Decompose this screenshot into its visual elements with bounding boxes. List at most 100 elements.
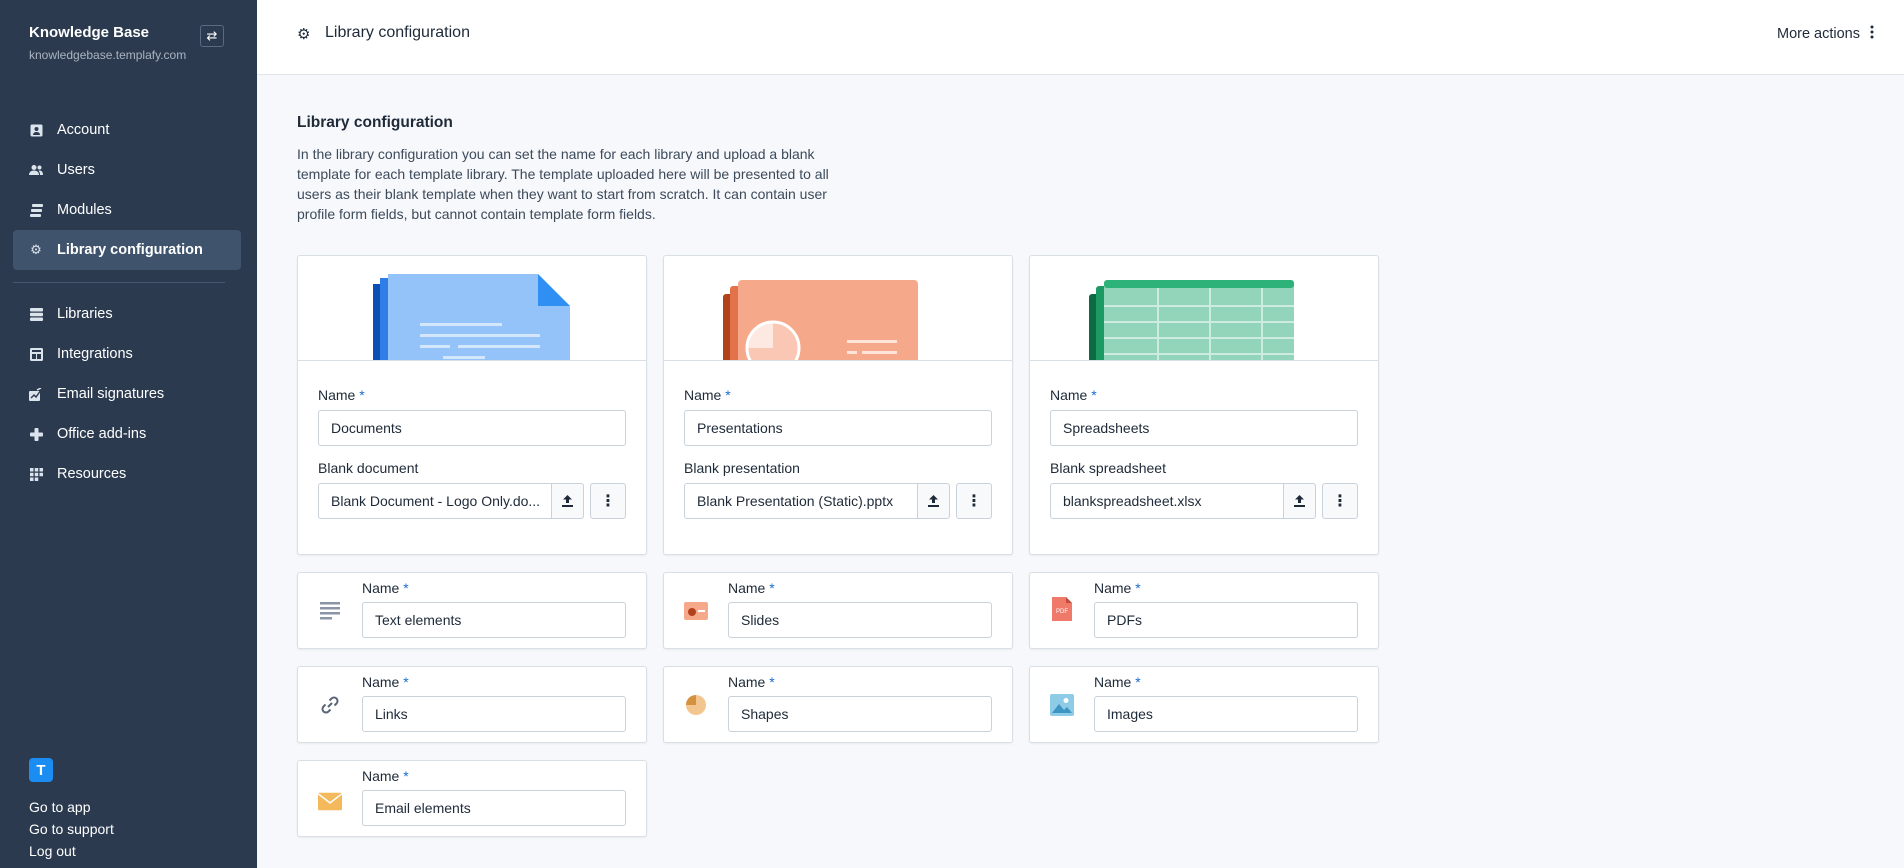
pdfs-name-input[interactable]: PDFs	[1094, 602, 1358, 638]
name-label: Name *	[362, 768, 409, 784]
more-actions-button[interactable]: More actions	[1777, 25, 1874, 43]
image-icon	[1050, 693, 1074, 717]
sidebar-nav-secondary: Libraries Integrations Email signatures …	[13, 294, 241, 494]
swap-arrows-icon: ⇄	[206, 28, 218, 43]
name-label: Name *	[684, 387, 731, 403]
name-label: Name *	[362, 674, 409, 690]
spreadsheet-illustration-icon	[1089, 280, 1294, 360]
kebab-icon	[1870, 25, 1874, 43]
blank-presentation-file-name[interactable]: Blank Presentation (Static).pptx	[684, 483, 918, 519]
pdf-icon-text: PDF	[1056, 609, 1068, 615]
sidebar-item-label: Resources	[57, 466, 127, 482]
sidebar-item-label: Office add-ins	[57, 426, 147, 442]
links-name-input[interactable]: Links	[362, 696, 626, 732]
sidebar-item-label: Account	[57, 122, 110, 138]
text-elements-name-input[interactable]: Text elements	[362, 602, 626, 638]
kebab-icon: ⋮	[1332, 493, 1348, 510]
log-out-link[interactable]: Log out	[29, 840, 114, 862]
blank-presentation-label: Blank presentation	[684, 460, 800, 476]
pdf-icon: PDF	[1050, 597, 1074, 621]
switch-tenant-button[interactable]: ⇄	[200, 25, 224, 47]
blank-spreadsheet-file-name[interactable]: blankspreadsheet.xlsx	[1050, 483, 1284, 519]
envelope-icon	[318, 789, 342, 813]
gear-icon: ⚙	[30, 242, 42, 257]
libraries-icon	[29, 307, 43, 321]
office-addins-icon	[29, 427, 43, 441]
library-card-images: Name * Images	[1029, 666, 1379, 743]
name-label: Name *	[1094, 580, 1141, 596]
documents-name-input[interactable]: Documents	[318, 410, 626, 446]
nav-divider	[13, 282, 225, 283]
file-options-button[interactable]: ⋮	[590, 483, 626, 519]
content-header: Library configuration In the library con…	[297, 114, 842, 224]
name-label: Name *	[1050, 387, 1097, 403]
upload-icon	[1294, 495, 1305, 507]
sidebar-item-resources[interactable]: Resources	[13, 454, 241, 494]
file-options-button[interactable]: ⋮	[1322, 483, 1358, 519]
library-card-pdfs: PDF Name * PDFs	[1029, 572, 1379, 649]
sidebar-item-label: Users	[57, 162, 95, 178]
sidebar-item-library-configuration[interactable]: ⚙ Library configuration	[13, 230, 241, 270]
sidebar-item-label: Modules	[57, 202, 112, 218]
presentation-illustration-icon	[723, 280, 918, 360]
library-card-text-elements: Name * Text elements	[297, 572, 647, 649]
name-label: Name *	[318, 387, 365, 403]
name-label: Name *	[362, 580, 409, 596]
slide-icon	[684, 599, 708, 623]
sidebar-item-label: Libraries	[57, 306, 113, 322]
blank-document-file-name[interactable]: Blank Document - Logo Only.do...	[318, 483, 552, 519]
page-title: Library configuration	[325, 24, 470, 41]
library-card-documents: Name * Documents Blank document Blank Do…	[297, 255, 647, 555]
upload-icon	[928, 495, 939, 507]
document-illustration-icon	[373, 274, 570, 360]
go-to-app-link[interactable]: Go to app	[29, 796, 114, 818]
spreadsheets-name-input[interactable]: Spreadsheets	[1050, 410, 1358, 446]
spreadsheets-illustration	[1030, 256, 1378, 361]
file-options-button[interactable]: ⋮	[956, 483, 992, 519]
library-card-email-elements: Name * Email elements	[297, 760, 647, 837]
account-icon	[29, 123, 43, 137]
top-bar: ⚙ Library configuration More actions	[257, 0, 1904, 75]
org-info: Knowledge Base knowledgebase.templafy.co…	[29, 24, 186, 62]
users-icon	[29, 163, 43, 177]
upload-button[interactable]	[552, 483, 584, 519]
go-to-support-link[interactable]: Go to support	[29, 818, 114, 840]
sidebar-item-account[interactable]: Account	[13, 110, 241, 150]
upload-button[interactable]	[1284, 483, 1316, 519]
sidebar-item-modules[interactable]: Modules	[13, 190, 241, 230]
sidebar-item-label: Library configuration	[57, 242, 203, 258]
slides-name-input[interactable]: Slides	[728, 602, 992, 638]
library-card-presentations: Name * Presentations Blank presentation …	[663, 255, 1013, 555]
integrations-icon	[29, 347, 43, 361]
kebab-icon: ⋮	[600, 493, 616, 510]
sidebar-item-integrations[interactable]: Integrations	[13, 334, 241, 374]
presentations-illustration	[664, 256, 1012, 361]
documents-illustration	[298, 256, 646, 361]
blank-document-label: Blank document	[318, 460, 419, 476]
sidebar: Knowledge Base knowledgebase.templafy.co…	[0, 0, 257, 868]
blank-spreadsheet-label: Blank spreadsheet	[1050, 460, 1166, 476]
upload-button[interactable]	[918, 483, 950, 519]
link-icon	[318, 693, 342, 717]
email-signature-icon	[29, 387, 43, 401]
email-elements-name-input[interactable]: Email elements	[362, 790, 626, 826]
upload-icon	[562, 495, 573, 507]
section-description: In the library configuration you can set…	[297, 146, 829, 222]
sidebar-item-office-addins[interactable]: Office add-ins	[13, 414, 241, 454]
sidebar-item-users[interactable]: Users	[13, 150, 241, 190]
org-url: knowledgebase.templafy.com	[29, 48, 187, 62]
org-name: Knowledge Base	[29, 24, 150, 41]
library-card-links: Name * Links	[297, 666, 647, 743]
shapes-name-input[interactable]: Shapes	[728, 696, 992, 732]
templafy-logo: T	[29, 758, 53, 782]
sidebar-item-libraries[interactable]: Libraries	[13, 294, 241, 334]
library-card-shapes: Name * Shapes	[663, 666, 1013, 743]
sidebar-item-label: Email signatures	[57, 386, 165, 402]
presentations-name-input[interactable]: Presentations	[684, 410, 992, 446]
library-card-slides: Name * Slides	[663, 572, 1013, 649]
blank-presentation-file-row: Blank Presentation (Static).pptx ⋮	[684, 483, 992, 519]
images-name-input[interactable]: Images	[1094, 696, 1358, 732]
resources-icon	[29, 467, 43, 481]
blank-document-file-row: Blank Document - Logo Only.do... ⋮	[318, 483, 626, 519]
sidebar-item-email-signatures[interactable]: Email signatures	[13, 374, 241, 414]
